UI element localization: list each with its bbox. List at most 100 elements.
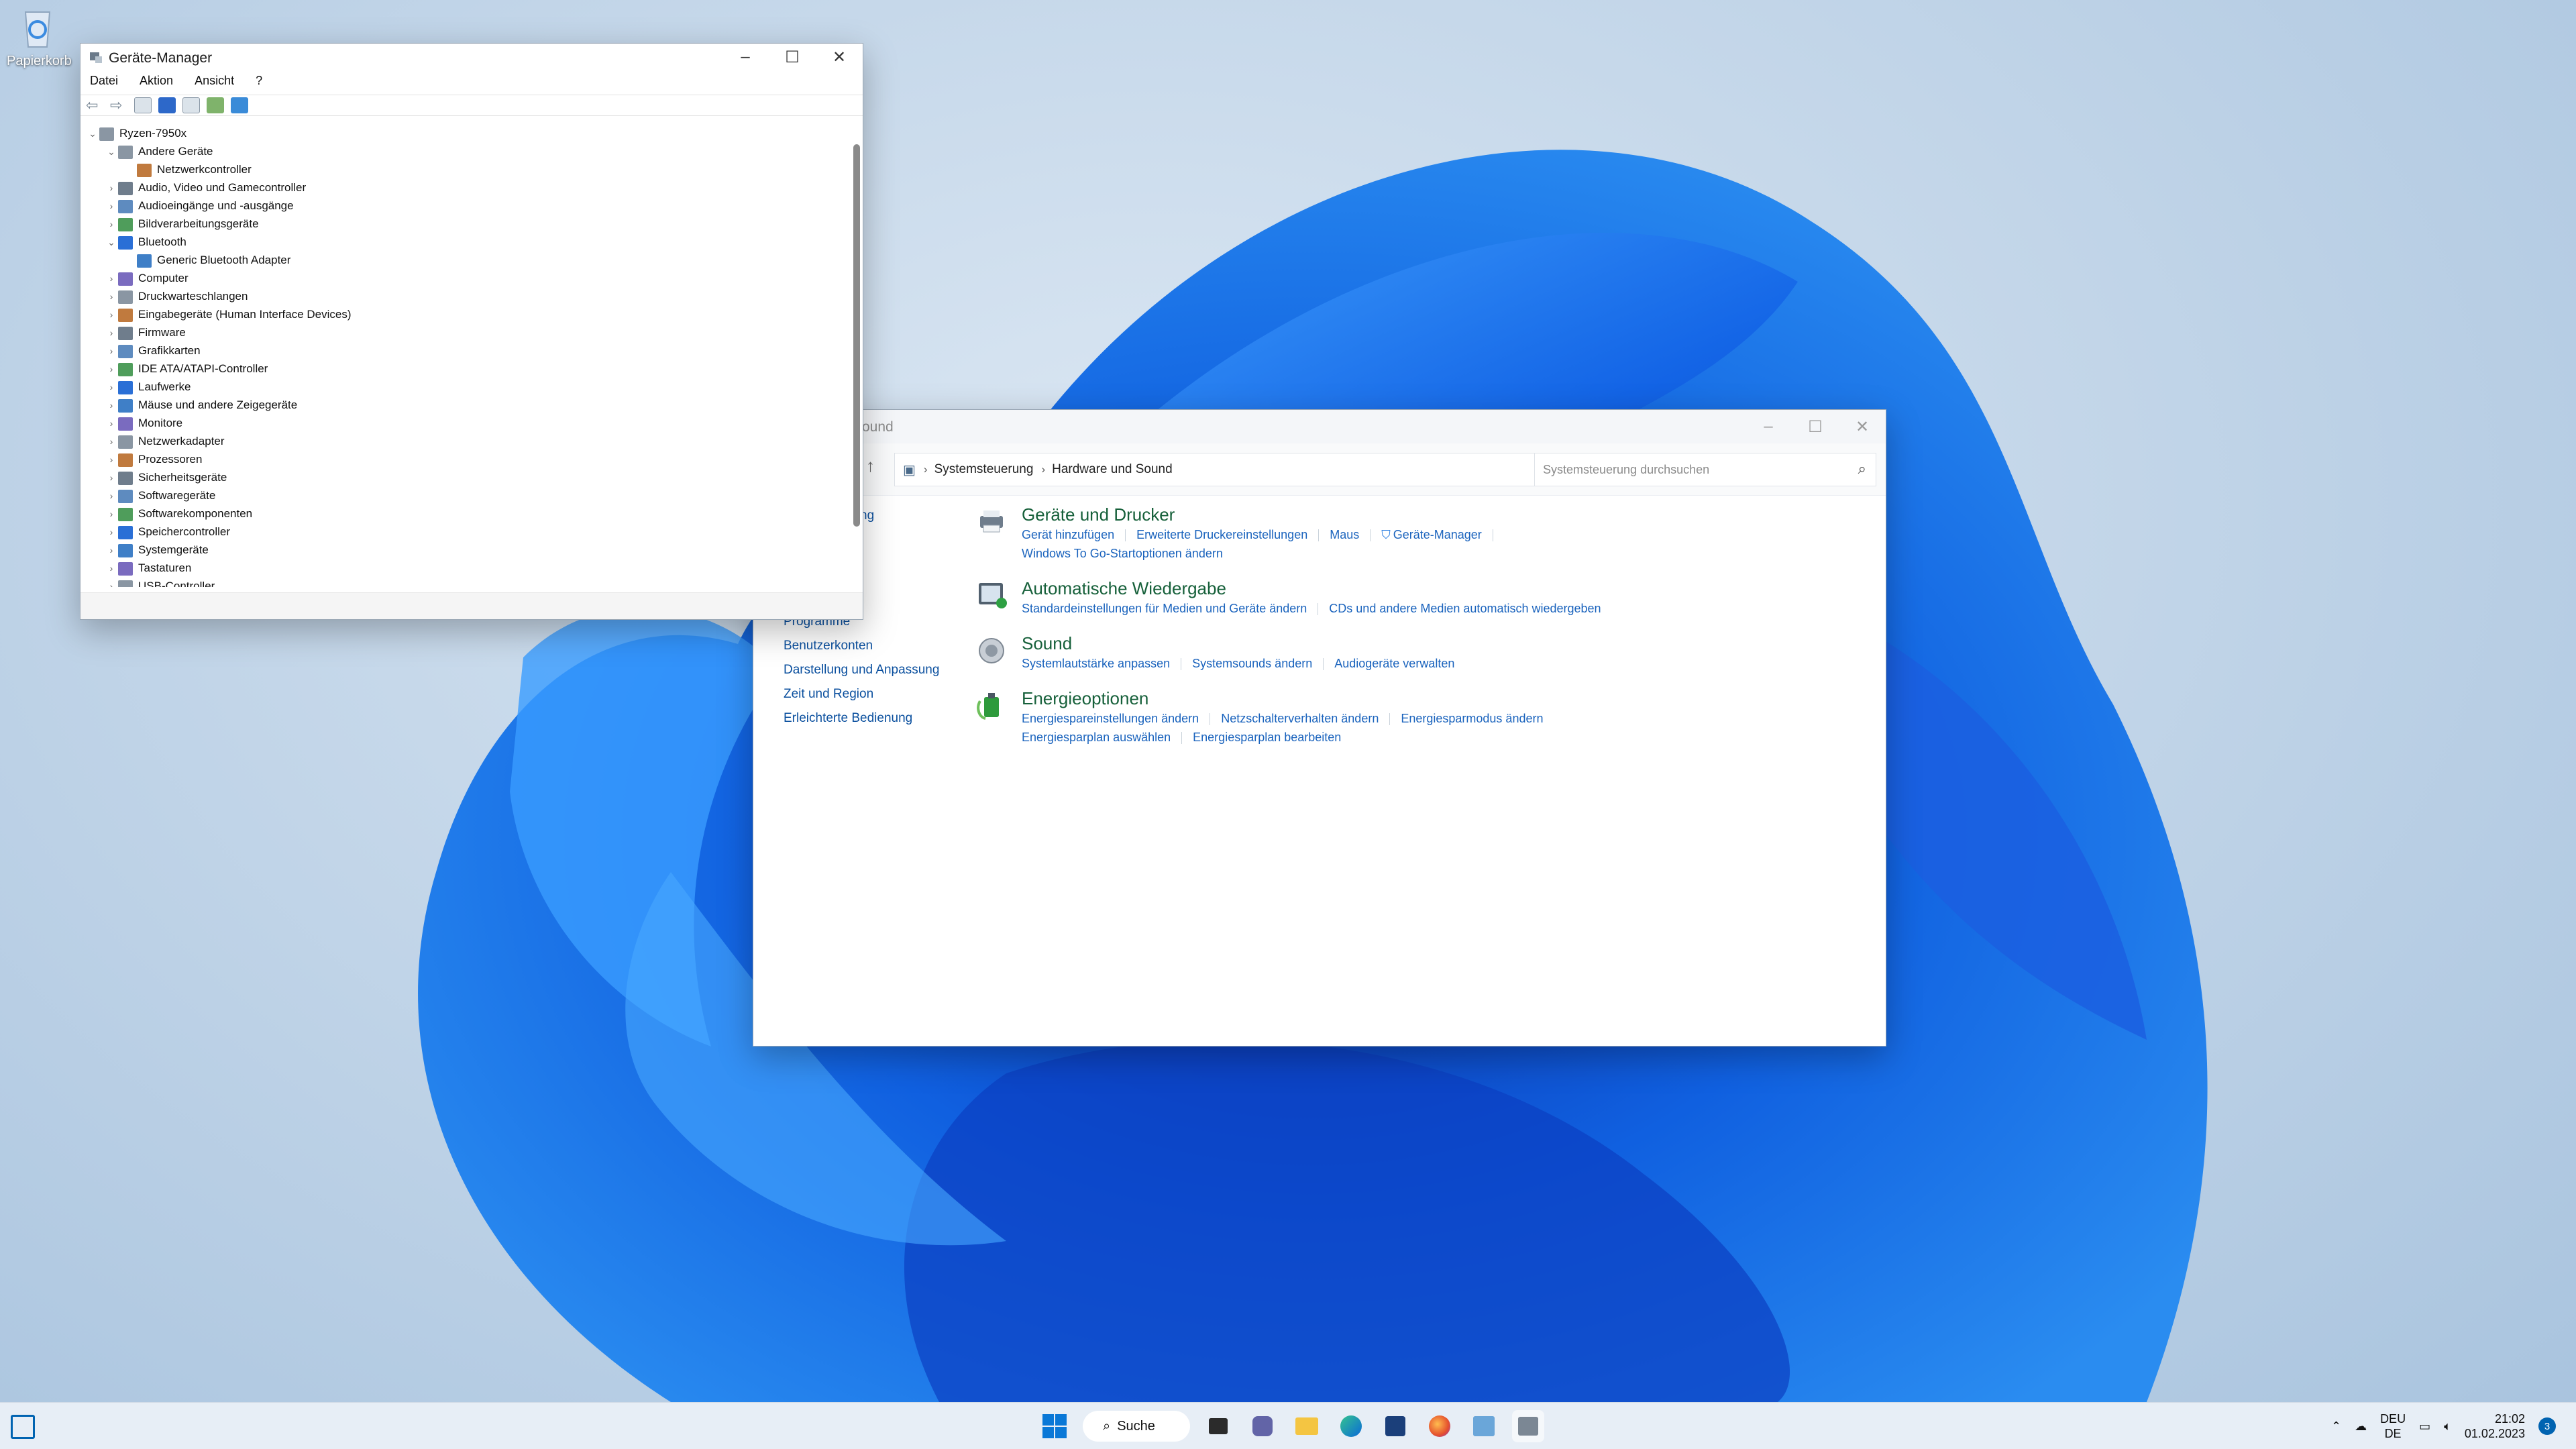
category-title[interactable]: Sound <box>1022 633 1874 654</box>
link[interactable]: CDs und andere Medien automatisch wieder… <box>1329 599 1601 618</box>
volume-icon[interactable]: 🔈︎ <box>2444 1419 2451 1434</box>
tree-category-item[interactable]: › Mäuse und andere Zeigegeräte <box>105 396 297 414</box>
file-explorer-icon[interactable] <box>1291 1410 1323 1442</box>
notification-badge[interactable]: 3 <box>2538 1417 2556 1435</box>
tree-category-item[interactable]: › Sicherheitsgeräte <box>105 468 227 486</box>
device-manager-titlebar[interactable]: Geräte-Manager – ☐ ✕ <box>80 44 863 70</box>
expand-chevron-icon[interactable]: › <box>105 288 118 306</box>
leftnav-item[interactable]: Zeit und Region <box>784 682 958 706</box>
leftnav-item[interactable]: Darstellung und Anpassung <box>784 658 958 682</box>
search-icon[interactable]: ⌕ <box>1858 460 1866 478</box>
tree-category-item[interactable]: › Bildverarbeitungsgeräte <box>105 215 259 233</box>
taskbar-search[interactable]: ⌕ Suche <box>1083 1411 1190 1442</box>
expand-chevron-icon[interactable]: › <box>105 324 118 342</box>
help-icon[interactable] <box>158 97 176 113</box>
link[interactable]: Energiesparmodus ändern <box>1401 709 1543 728</box>
link[interactable]: Energiespareinstellungen ändern <box>1022 709 1199 728</box>
link[interactable]: Geräte-Manager <box>1393 525 1482 544</box>
store-icon[interactable] <box>1379 1410 1411 1442</box>
expand-chevron-icon[interactable]: › <box>105 360 118 378</box>
expand-chevron-icon[interactable]: › <box>105 215 118 233</box>
link[interactable]: Maus <box>1330 525 1359 544</box>
tree-category-item[interactable]: › Tastaturen <box>105 559 191 577</box>
tree-category-item[interactable]: › Eingabegeräte (Human Interface Devices) <box>105 305 352 323</box>
tree-category-item[interactable]: › Systemgeräte <box>105 541 209 559</box>
back-arrow-icon[interactable]: ⇦ <box>86 97 103 113</box>
category-title[interactable]: Energieoptionen <box>1022 688 1874 709</box>
menu-help[interactable]: ? <box>256 74 262 88</box>
network-icon[interactable]: ▭ <box>2419 1419 2430 1434</box>
task-view-icon[interactable] <box>1202 1410 1234 1442</box>
expand-chevron-icon[interactable]: › <box>105 396 118 415</box>
menu-datei[interactable]: Datei <box>90 74 118 88</box>
maximize-button[interactable]: ☐ <box>1792 410 1839 443</box>
address-bar[interactable]: ▣ › Systemsteuerung › Hardware und Sound… <box>894 453 1605 486</box>
tree-category-item[interactable]: › Computer <box>105 269 189 287</box>
tree-child-item[interactable]: Netzwerkcontroller <box>123 160 252 178</box>
expand-chevron-icon[interactable]: › <box>105 179 118 197</box>
expand-chevron-icon[interactable]: › <box>105 578 118 587</box>
teams-chat-icon[interactable] <box>1246 1410 1279 1442</box>
recycle-bin[interactable]: Papierkorb <box>7 5 72 69</box>
breadcrumb-systemsteuerung[interactable]: Systemsteuerung <box>934 462 1034 477</box>
tree-category-item[interactable]: › Netzwerkadapter <box>105 432 225 450</box>
control-panel-window[interactable]: Sound – ☐ ✕ ↑ ▣ › Systemsteuerung › Hard… <box>753 409 1886 1046</box>
menu-ansicht[interactable]: Ansicht <box>195 74 234 88</box>
clock[interactable]: 21:02 01.02.2023 <box>2465 1411 2525 1441</box>
edge-icon[interactable] <box>1335 1410 1367 1442</box>
control-panel-taskbar-icon[interactable] <box>1468 1410 1500 1442</box>
scan-hardware-icon[interactable] <box>207 97 224 113</box>
link[interactable]: Gerät hinzufügen <box>1022 525 1114 544</box>
expand-chevron-icon[interactable]: › <box>105 505 118 523</box>
expand-chevron-icon[interactable]: › <box>105 559 118 578</box>
expand-chevron-icon[interactable]: › <box>105 378 118 396</box>
link[interactable]: Systemsounds ändern <box>1192 654 1312 673</box>
expand-chevron-icon[interactable]: › <box>105 270 118 288</box>
close-button[interactable]: ✕ <box>1839 410 1886 443</box>
scrollbar[interactable] <box>853 144 860 527</box>
tree-category-item[interactable]: › Grafikkarten <box>105 341 201 360</box>
maximize-button[interactable]: ☐ <box>769 44 816 70</box>
leftnav-item[interactable]: Erleichterte Bedienung <box>784 706 958 731</box>
tree-category-item[interactable]: ⌄ Andere Geräte <box>105 142 213 160</box>
tree-category-item[interactable]: › Softwarekomponenten <box>105 504 252 523</box>
expand-chevron-icon[interactable]: › <box>105 451 118 469</box>
link[interactable]: Audiogeräte verwalten <box>1334 654 1454 673</box>
tree-category-item[interactable]: › Prozessoren <box>105 450 202 468</box>
expand-chevron-icon[interactable]: › <box>105 433 118 451</box>
breadcrumb-hardware-sound[interactable]: Hardware und Sound <box>1052 462 1173 477</box>
collapse-chevron-icon[interactable]: ⌄ <box>105 233 118 252</box>
expand-chevron-icon[interactable]: › <box>105 197 118 215</box>
expand-chevron-icon[interactable]: › <box>105 415 118 433</box>
tree-category-item[interactable]: › Audio, Video und Gamecontroller <box>105 178 306 197</box>
link[interactable]: Systemlautstärke anpassen <box>1022 654 1170 673</box>
close-button[interactable]: ✕ <box>816 44 863 70</box>
tree-category-item[interactable]: ⌄ Bluetooth <box>105 233 186 251</box>
tree-root[interactable]: ⌄ Ryzen-7950x <box>86 124 186 142</box>
category-title[interactable]: Geräte und Drucker <box>1022 504 1874 525</box>
minimize-button[interactable]: – <box>1745 410 1792 443</box>
link[interactable]: Energiesparplan auswählen <box>1022 728 1171 747</box>
collapse-chevron-icon[interactable]: ⌄ <box>105 143 118 161</box>
view-icon[interactable] <box>182 97 200 113</box>
device-manager-taskbar-icon[interactable] <box>1512 1410 1544 1442</box>
link[interactable]: Energiesparplan bearbeiten <box>1193 728 1341 747</box>
expand-chevron-icon[interactable]: › <box>105 487 118 505</box>
tree-child-item[interactable]: Generic Bluetooth Adapter <box>123 251 290 269</box>
expand-chevron-icon[interactable]: › <box>105 342 118 360</box>
language-indicator[interactable]: DEU DE <box>2380 1411 2406 1441</box>
link[interactable]: Erweiterte Druckereinstellungen <box>1136 525 1307 544</box>
device-tree[interactable]: ⌄ Ryzen-7950x ⌄ Andere Geräte Netzwerkcontr… <box>80 124 849 587</box>
tree-category-item[interactable]: › Speichercontroller <box>105 523 230 541</box>
monitor-icon[interactable] <box>231 97 248 113</box>
tree-category-item[interactable]: › Druckwarteschlangen <box>105 287 248 305</box>
link[interactable]: Windows To Go-Startoptionen ändern <box>1022 544 1223 563</box>
tree-category-item[interactable]: › Audioeingänge und -ausgänge <box>105 197 294 215</box>
chevron-up-icon[interactable]: ⌃ <box>2331 1419 2341 1434</box>
minimize-button[interactable]: – <box>722 44 769 70</box>
tree-category-item[interactable]: › Monitore <box>105 414 182 432</box>
widgets-icon[interactable] <box>11 1415 35 1439</box>
firefox-icon[interactable] <box>1424 1410 1456 1442</box>
start-button[interactable] <box>1038 1410 1071 1442</box>
expand-chevron-icon[interactable]: › <box>105 523 118 541</box>
